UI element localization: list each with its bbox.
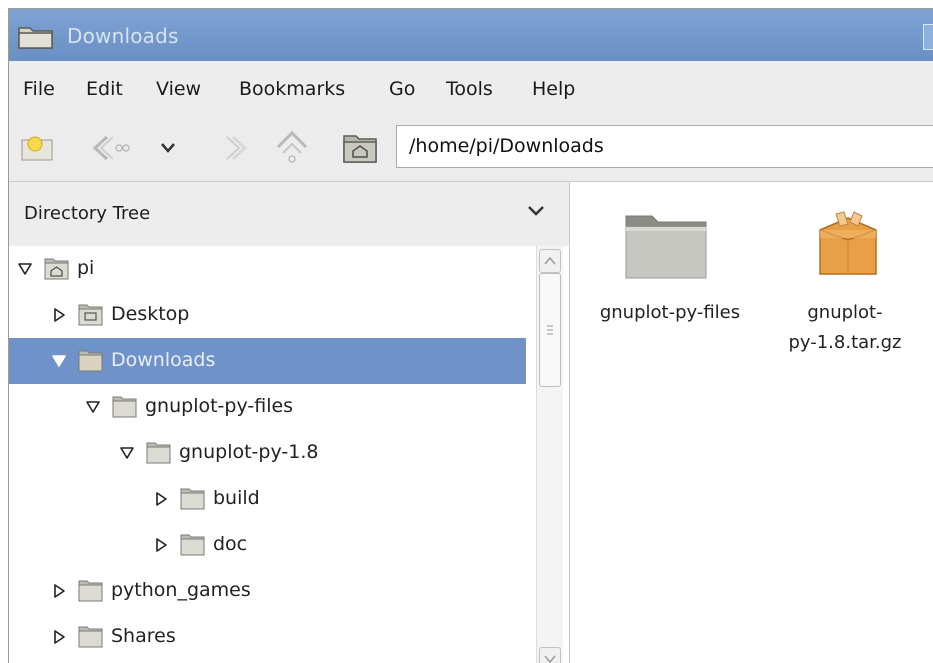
chevron-down-icon xyxy=(544,655,556,663)
folder-icon xyxy=(78,580,103,602)
directory-tree-pane: Directory Tree pi Desktop Downloads gnuplot… xyxy=(9,182,570,663)
folder-icon xyxy=(625,215,707,279)
up-icon[interactable] xyxy=(274,129,310,167)
folder-icon xyxy=(146,442,171,464)
folder-icon xyxy=(180,534,205,556)
tree-item-gnuplot-py-1-8[interactable]: gnuplot-py-1.8 xyxy=(9,430,526,476)
collapsed-triangle-icon[interactable] xyxy=(51,583,67,599)
collapsed-triangle-icon[interactable] xyxy=(153,491,169,507)
tree-item-label: python_games xyxy=(111,579,251,601)
home-folder-icon xyxy=(44,258,69,280)
scroll-thumb[interactable] xyxy=(539,273,561,387)
tree-item-label: gnuplot-py-files xyxy=(145,395,294,417)
tree-item-label: doc xyxy=(213,533,248,555)
chevron-up-icon xyxy=(544,256,556,265)
expanded-triangle-icon[interactable] xyxy=(17,261,33,277)
menu-bookmarks[interactable]: Bookmarks xyxy=(239,78,345,100)
file-item[interactable]: gnuplot- py-1.8.tar.gz xyxy=(760,182,933,382)
expanded-triangle-icon[interactable] xyxy=(85,399,101,415)
tree-item-label: gnuplot-py-1.8 xyxy=(179,441,319,463)
tree-item-label: Shares xyxy=(111,625,176,647)
title-bar[interactable]: Downloads xyxy=(9,9,933,61)
tree-item-label: Downloads xyxy=(111,349,216,371)
toolbar: /home/pi/Downloads xyxy=(9,115,933,182)
file-name: gnuplot- py-1.8.tar.gz xyxy=(770,298,920,358)
file-view-pane: gnuplot-py-files gnuplot- py-1.8.tar.gz xyxy=(570,182,933,663)
back-icon[interactable] xyxy=(91,133,131,163)
forward-icon[interactable] xyxy=(209,133,249,163)
home-icon[interactable] xyxy=(343,133,377,163)
file-item[interactable]: gnuplot-py-files xyxy=(570,182,760,382)
tree-item-doc[interactable]: doc xyxy=(9,522,526,568)
archive-package-icon xyxy=(819,211,877,275)
path-input[interactable]: /home/pi/Downloads xyxy=(396,125,933,168)
desktop-folder-icon xyxy=(78,304,103,326)
folder-icon xyxy=(112,396,137,418)
file-name-line2: py-1.8.tar.gz xyxy=(788,332,902,353)
file-manager-window: Downloads File Edit View Bookmarks Go To… xyxy=(8,8,933,663)
tree-item-gnuplot-py-files[interactable]: gnuplot-py-files xyxy=(9,384,526,430)
collapsed-triangle-icon[interactable] xyxy=(51,629,67,645)
tree-item-build[interactable]: build xyxy=(9,476,526,522)
file-name-line1: gnuplot- xyxy=(807,302,883,323)
tree-item-label: pi xyxy=(77,257,95,279)
folder-icon xyxy=(78,350,103,372)
menu-file[interactable]: File xyxy=(23,78,55,100)
tree-item-python-games[interactable]: python_games xyxy=(9,568,526,614)
tree-item-downloads[interactable]: Downloads xyxy=(9,338,526,384)
tree-item-label: build xyxy=(213,487,260,509)
tree-item-label: Desktop xyxy=(111,303,190,325)
tree-item-desktop[interactable]: Desktop xyxy=(9,292,526,338)
window-control-button[interactable] xyxy=(923,24,933,50)
expanded-triangle-icon[interactable] xyxy=(51,353,67,369)
directory-tree-title: Directory Tree xyxy=(24,203,151,224)
file-name: gnuplot-py-files xyxy=(599,302,741,323)
scroll-down-button[interactable] xyxy=(539,647,561,663)
menu-go[interactable]: Go xyxy=(389,78,415,100)
history-dropdown-icon[interactable] xyxy=(160,142,176,154)
menu-tools[interactable]: Tools xyxy=(446,78,493,100)
grip-icon xyxy=(547,325,553,335)
menu-help[interactable]: Help xyxy=(532,78,575,100)
menu-bar: File Edit View Bookmarks Go Tools Help xyxy=(9,61,933,115)
menu-view[interactable]: View xyxy=(156,78,201,100)
folder-icon xyxy=(78,626,103,648)
menu-edit[interactable]: Edit xyxy=(86,78,123,100)
collapsed-triangle-icon[interactable] xyxy=(51,307,67,323)
folder-icon xyxy=(180,488,205,510)
expanded-triangle-icon[interactable] xyxy=(119,445,135,461)
window-title: Downloads xyxy=(67,24,179,48)
collapsed-triangle-icon[interactable] xyxy=(153,537,169,553)
tree-scrollbar[interactable] xyxy=(536,246,563,663)
chevron-down-icon[interactable] xyxy=(527,204,545,218)
scroll-up-button[interactable] xyxy=(539,249,561,273)
tree-item-pi[interactable]: pi xyxy=(9,246,526,292)
folder-icon xyxy=(18,27,53,49)
new-tab-icon[interactable] xyxy=(21,134,55,162)
tree-item-shares[interactable]: Shares xyxy=(9,614,526,660)
directory-tree-header[interactable]: Directory Tree xyxy=(9,182,569,246)
